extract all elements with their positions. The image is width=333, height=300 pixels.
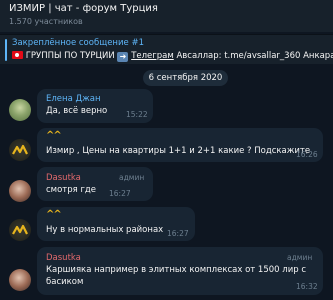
message-text: Каршияка например в элитных комплексах о… <box>46 265 306 275</box>
message-author[interactable]: ^^ <box>46 209 62 220</box>
message-time: 16:27 <box>109 189 131 198</box>
right-arrow-icon: ➜ <box>117 52 129 62</box>
date-separator: 6 сентября 2020 <box>143 70 228 86</box>
message-text: Ну в нормальных районах <box>46 225 164 235</box>
pinned-message[interactable]: Закреплённое сообщение #1 ГРУППЫ ПО ТУРЦ… <box>0 34 333 64</box>
message-bubble[interactable]: Елена Джан Да, всё верно 15:22 <box>37 89 153 123</box>
avatar[interactable] <box>9 269 31 291</box>
message-text: смотря где <box>46 185 97 195</box>
message-bubble[interactable]: Dasutka админ смотря где 16:27 <box>37 167 153 201</box>
member-count: 1.570 участников <box>9 17 83 26</box>
avatar[interactable] <box>9 99 31 121</box>
message-text: Измир , Цены на квартиры 1+1 и 2+1 какие… <box>46 146 311 156</box>
message-author[interactable]: Dasutka <box>46 253 81 263</box>
pinned-accent-bar <box>5 39 7 61</box>
caret-logo-icon <box>12 224 28 235</box>
pinned-text-groups: ГРУППЫ ПО ТУРЦИИ <box>25 51 115 61</box>
avatar[interactable] <box>9 219 31 241</box>
pinned-link[interactable]: Телеграм <box>131 51 174 61</box>
message-text-continuation: басиком <box>46 277 84 287</box>
caret-logo-icon <box>12 144 28 155</box>
avatar[interactable] <box>9 139 31 161</box>
message-author[interactable]: Dasutka <box>46 173 81 183</box>
pinned-title: Закреплённое сообщение #1 <box>12 38 144 48</box>
pinned-text: ГРУППЫ ПО ТУРЦИИ ➜ Телеграм Авсаллар: t.… <box>12 51 333 62</box>
pinned-text-rest: Авсаллар: t.me/avsallar_360 Анкара <box>176 51 333 61</box>
message-time: 16:32 <box>296 282 318 291</box>
message-time: 16:26 <box>296 150 318 159</box>
message-author[interactable]: Елена Джан <box>46 94 101 104</box>
message-text: Да, всё верно <box>46 106 108 116</box>
message-time: 15:22 <box>126 110 148 119</box>
chat-header[interactable]: ИЗМИР | чат - форум Турция 1.570 участни… <box>0 0 333 32</box>
chat-title: ИЗМИР | чат - форум Турция <box>9 3 158 14</box>
turkey-flag-icon <box>12 51 23 59</box>
message-time: 16:27 <box>167 229 189 238</box>
admin-badge: админ <box>287 253 313 262</box>
message-author[interactable]: ^^ <box>46 130 62 141</box>
message-bubble[interactable]: ^^ Измир , Цены на квартиры 1+1 и 2+1 ка… <box>37 128 323 162</box>
admin-badge: админ <box>119 173 145 182</box>
message-bubble[interactable]: Dasutka админ Каршияка например в элитны… <box>37 247 323 295</box>
avatar[interactable] <box>9 180 31 202</box>
message-bubble[interactable]: ^^ Ну в нормальных районах 16:27 <box>37 207 195 241</box>
